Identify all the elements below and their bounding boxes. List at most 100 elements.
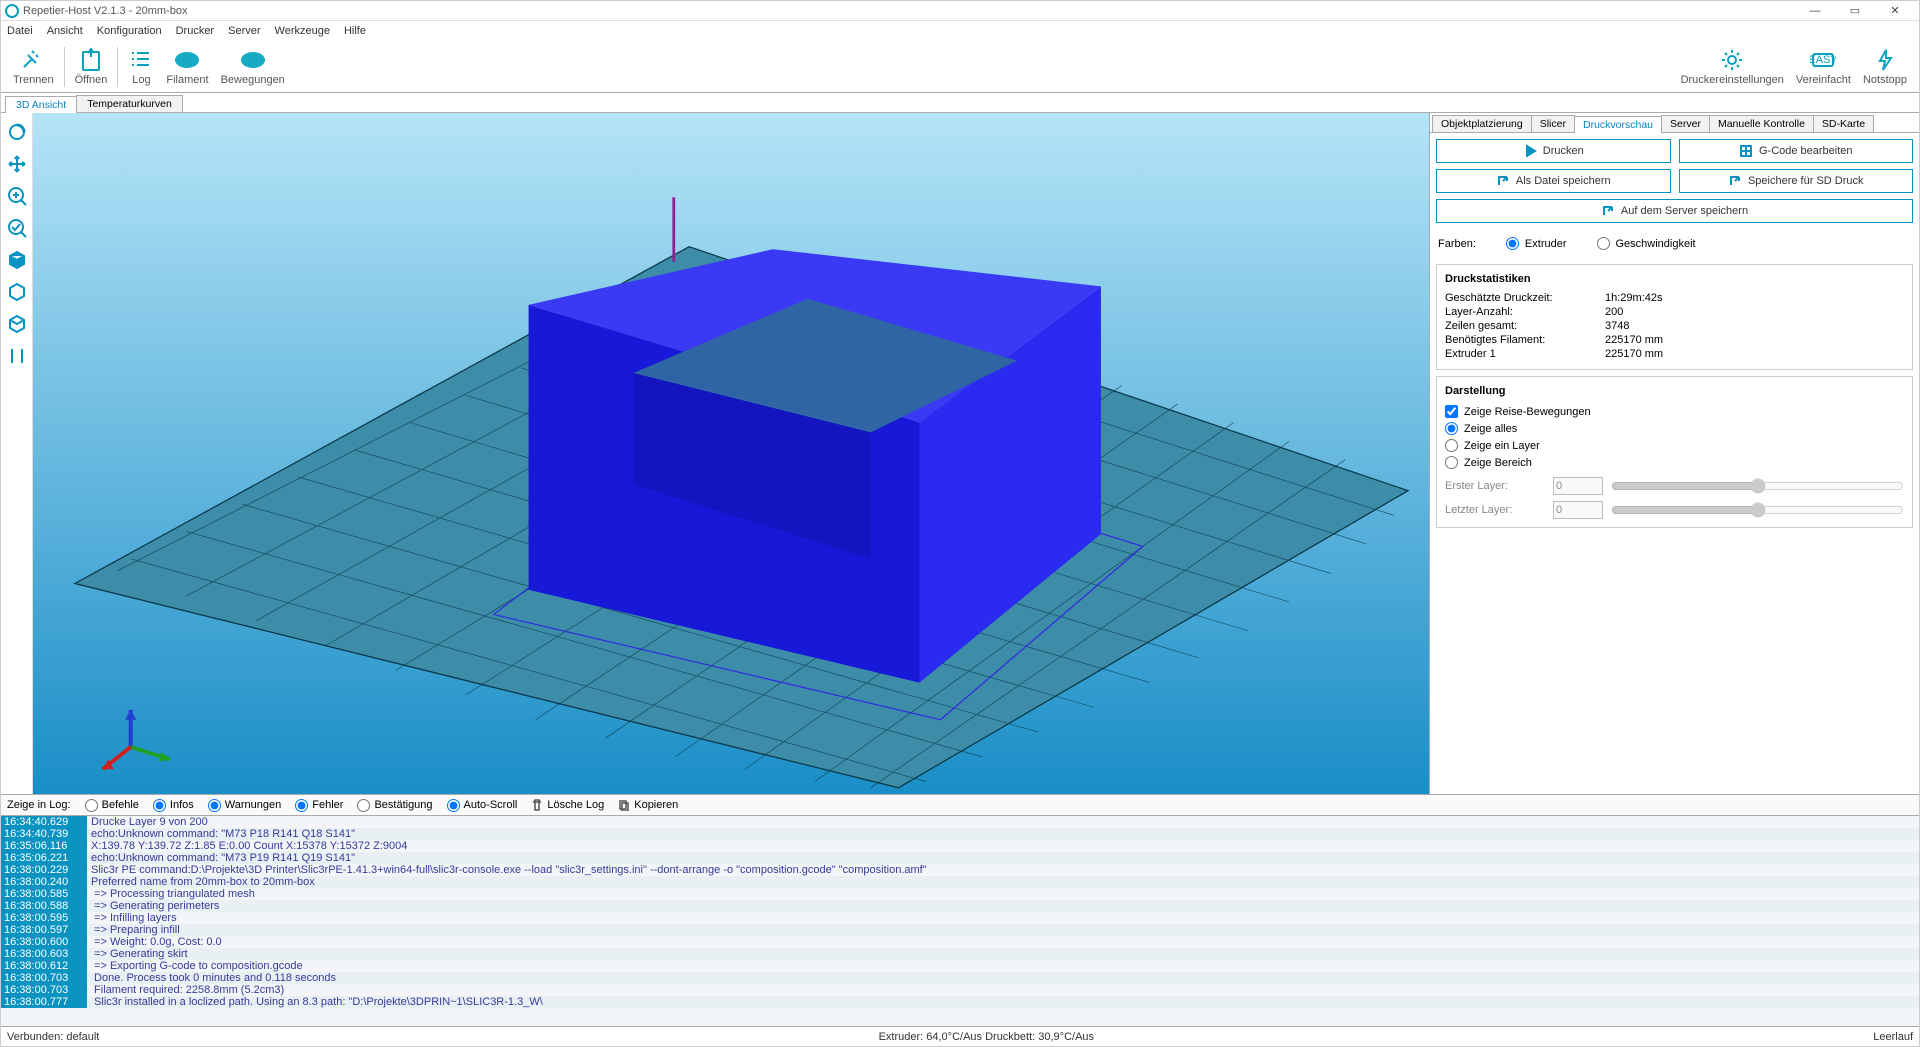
top-view-icon[interactable] [6,313,28,335]
tab-temperature[interactable]: Temperaturkurven [76,95,183,112]
log-line: 16:38:00.603 => Generating skirt [1,948,1919,960]
side-tabs: Objektplatzierung Slicer Druckvorschau S… [1430,113,1919,133]
menu-ansicht[interactable]: Ansicht [47,25,83,37]
open-label: Öffnen [75,74,108,86]
stat-value: 3748 [1605,320,1629,332]
log-toggle-warnings[interactable]: Warnungen [208,799,281,812]
display-title: Darstellung [1445,385,1904,397]
log-timestamp: 16:38:00.600 [1,936,87,948]
log-message: Drucke Layer 9 von 200 [91,816,208,828]
checkbox-travel-moves[interactable]: Zeige Reise-Bewegungen [1445,403,1904,420]
log-line: 16:38:00.588 => Generating perimeters [1,900,1919,912]
menu-konfiguration[interactable]: Konfiguration [97,25,162,37]
log-toggle-ack[interactable]: Bestätigung [357,799,432,812]
titlebar: Repetier-Host V2.1.3 - 20mm-box — ▭ ✕ [1,1,1919,21]
save-server-button[interactable]: Auf dem Server speichern [1436,199,1913,223]
tab-object-placement[interactable]: Objektplatzierung [1432,115,1532,132]
easy-mode-button[interactable]: EASYVereinfacht [1790,47,1857,86]
radio-single-label: Zeige ein Layer [1464,440,1540,452]
tab-manual-control[interactable]: Manuelle Kontrolle [1709,115,1814,132]
radio-show-range[interactable]: Zeige Bereich [1445,454,1904,471]
last-layer-input[interactable] [1553,501,1603,519]
parallel-icon[interactable] [6,345,28,367]
first-layer-label: Erster Layer: [1445,480,1545,492]
emergency-stop-button[interactable]: Notstopp [1857,47,1913,86]
print-button[interactable]: Drucken [1436,139,1671,163]
status-state: Leerlauf [1873,1031,1913,1043]
tab-sd-card[interactable]: SD-Karte [1813,115,1874,132]
stat-value: 200 [1605,306,1623,318]
log-timestamp: 16:38:00.595 [1,912,87,924]
trash-icon [531,799,543,811]
zoom-fit-icon[interactable] [6,217,28,239]
log-message: Done. Process took 0 minutes and 0.118 s… [91,972,336,984]
filament-button[interactable]: Filament [160,47,214,86]
print-label: Drucken [1543,145,1584,157]
tab-server[interactable]: Server [1661,115,1710,132]
menu-hilfe[interactable]: Hilfe [344,25,366,37]
log-message: => Infilling layers [91,912,177,924]
log-line: 16:38:00.240Preferred name from 20mm-box… [1,876,1919,888]
menu-drucker[interactable]: Drucker [176,25,215,37]
iso-view-icon[interactable] [6,249,28,271]
stat-row: Benötigtes Filament:225170 mm [1445,333,1904,347]
3d-viewport[interactable] [33,113,1429,794]
radio-extruder[interactable]: Extruder [1506,235,1567,252]
move-icon[interactable] [6,153,28,175]
log-line: 16:38:00.612 => Exporting G-code to comp… [1,960,1919,972]
open-button[interactable]: Öffnen [69,47,114,86]
log-output[interactable]: 16:34:40.629Drucke Layer 9 von 20016:34:… [1,816,1919,1026]
tab-slicer[interactable]: Slicer [1531,115,1575,132]
log-message: => Preparing infill [91,924,180,936]
list-icon [128,47,154,73]
minimize-button[interactable]: — [1795,5,1835,17]
radio-show-single[interactable]: Zeige ein Layer [1445,437,1904,454]
log-label: Log [132,74,150,86]
log-timestamp: 16:38:00.777 [1,996,87,1008]
rotate-icon[interactable] [6,121,28,143]
log-copy-button[interactable]: Kopieren [618,799,678,811]
stat-value: 1h:29m:42s [1605,292,1662,304]
moves-button[interactable]: Bewegungen [215,47,291,86]
log-timestamp: 16:35:06.116 [1,840,87,852]
save-file-button[interactable]: Als Datei speichern [1436,169,1671,193]
saveserver-label: Auf dem Server speichern [1621,205,1748,217]
edit-gcode-button[interactable]: G-Code bearbeiten [1679,139,1914,163]
front-view-icon[interactable] [6,281,28,303]
status-temps: Extruder: 64,0°C/Aus Druckbett: 30,9°C/A… [879,1031,1094,1043]
menu-werkzeuge[interactable]: Werkzeuge [275,25,330,37]
save-sd-button[interactable]: Speichere für SD Druck [1679,169,1914,193]
zoom-in-icon[interactable] [6,185,28,207]
first-layer-input[interactable] [1553,477,1603,495]
log-toggle-infos[interactable]: Infos [153,799,194,812]
log-toggle-commands[interactable]: Befehle [85,799,139,812]
disconnect-button[interactable]: Trennen [7,47,60,86]
radio-show-all[interactable]: Zeige alles [1445,420,1904,437]
eye-icon [174,47,200,73]
close-button[interactable]: ✕ [1875,4,1915,17]
log-clear-button[interactable]: Lösche Log [531,799,604,811]
menu-server[interactable]: Server [228,25,260,37]
log-button[interactable]: Log [122,47,160,86]
maximize-button[interactable]: ▭ [1835,4,1875,17]
log-toggle-errors[interactable]: Fehler [295,799,343,812]
radio-extruder-label: Extruder [1525,238,1567,250]
log-toggle-autoscroll[interactable]: Auto-Scroll [447,799,518,812]
tab-print-preview[interactable]: Druckvorschau [1574,116,1662,133]
estop-label: Notstopp [1863,74,1907,86]
printer-settings-button[interactable]: Druckereinstellungen [1675,47,1790,86]
stats-title: Druckstatistiken [1445,273,1904,285]
display-group: Darstellung Zeige Reise-Bewegungen Zeige… [1436,376,1913,528]
log-timestamp: 16:34:40.739 [1,828,87,840]
savefile-label: Als Datei speichern [1516,175,1611,187]
tab-3d-view[interactable]: 3D Ansicht [5,96,77,113]
main-toolbar: Trennen Öffnen Log Filament Bewegungen D… [1,41,1919,93]
menu-datei[interactable]: Datei [7,25,33,37]
last-layer-slider[interactable] [1611,502,1904,518]
stat-key: Zeilen gesamt: [1445,320,1605,332]
disconnect-label: Trennen [13,74,54,86]
radio-speed[interactable]: Geschwindigkeit [1597,235,1696,252]
plug-icon [20,47,46,73]
first-layer-slider[interactable] [1611,478,1904,494]
export-icon [1496,174,1510,188]
